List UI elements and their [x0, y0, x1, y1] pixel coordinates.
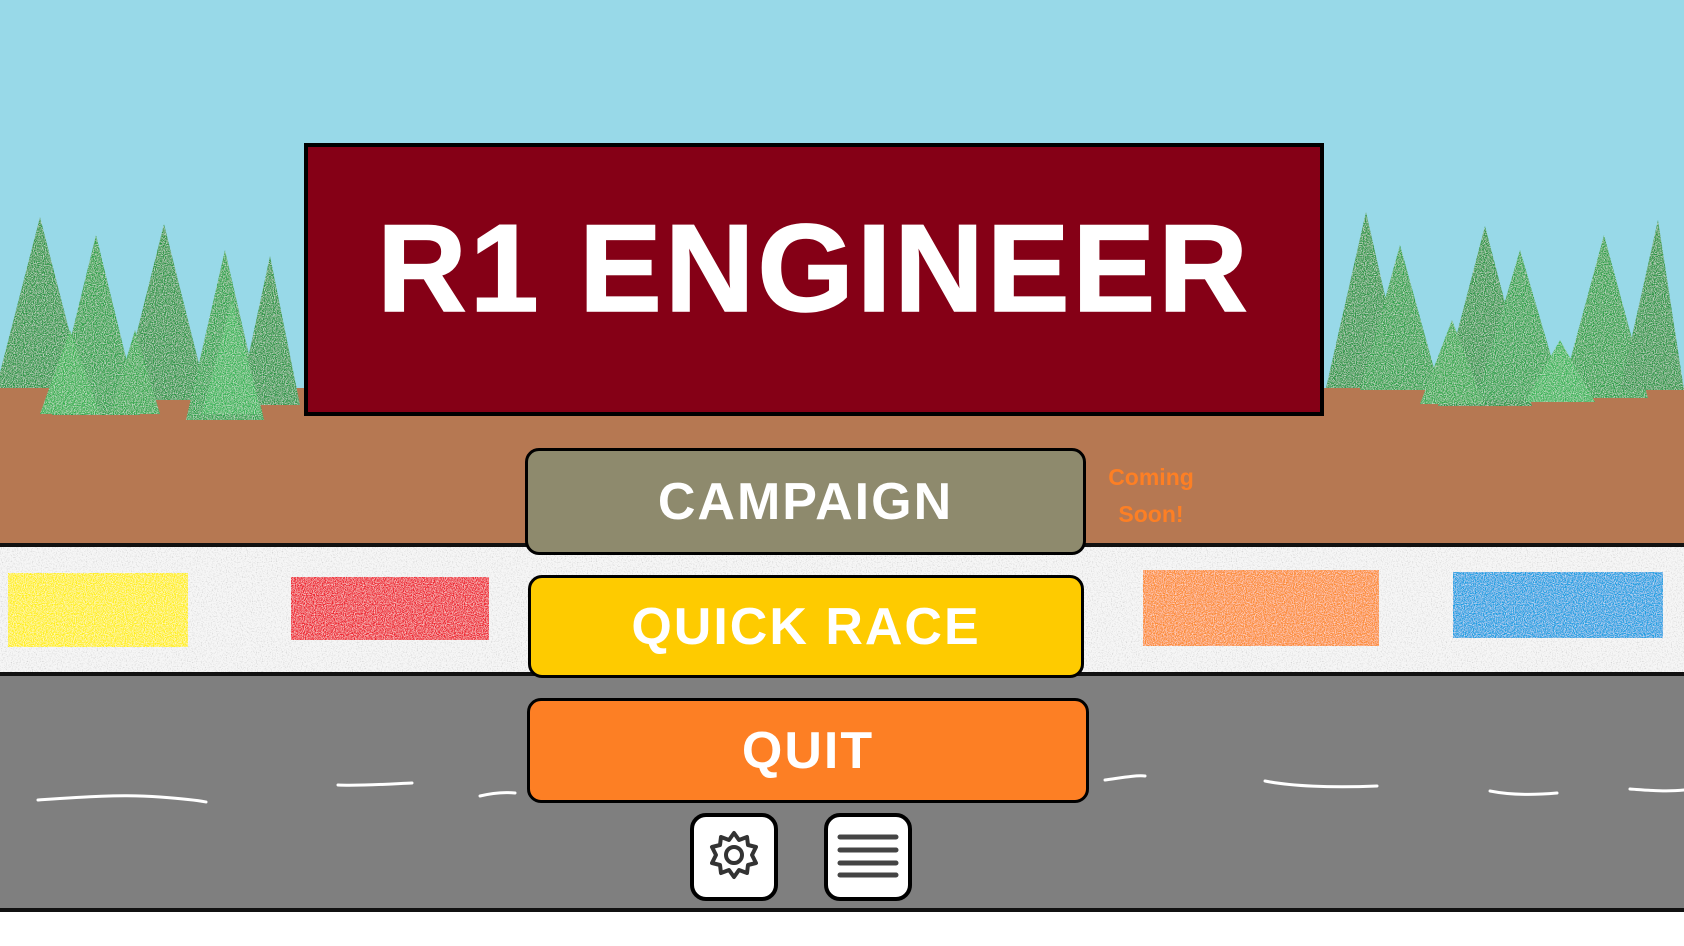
gear-icon: [707, 828, 761, 887]
team-banner-blue: [1453, 572, 1663, 638]
team-banner-orange: [1143, 570, 1379, 646]
quick-race-label: QUICK RACE: [631, 597, 981, 656]
settings-button[interactable]: [690, 813, 778, 901]
team-banner-yellow: [8, 573, 188, 647]
quit-button[interactable]: QUIT: [527, 698, 1089, 803]
quit-label: QUIT: [741, 721, 875, 780]
team-banner-red: [291, 577, 489, 640]
campaign-label: CAMPAIGN: [657, 472, 954, 531]
title-banner: R1 ENGINEER: [304, 143, 1324, 416]
menu-button[interactable]: [824, 813, 912, 901]
coming-soon-note: Coming Soon!: [1108, 464, 1194, 527]
quick-race-button[interactable]: QUICK RACE: [528, 575, 1084, 678]
campaign-button[interactable]: CAMPAIGN: [525, 448, 1086, 555]
hamburger-menu-icon: [836, 831, 900, 884]
game-title: R1 ENGINEER: [376, 199, 1251, 338]
